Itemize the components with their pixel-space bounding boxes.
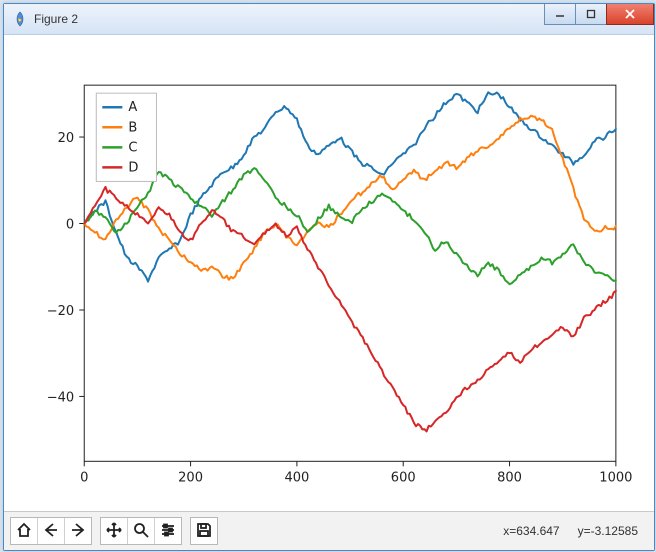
app-tk-icon <box>12 11 28 27</box>
legend-label: A <box>128 100 137 115</box>
close-button[interactable] <box>606 4 654 25</box>
back-button[interactable] <box>38 518 65 544</box>
figure-area[interactable]: 0 200 400 600 800 1000 −40 −20 0 20 ABCD <box>4 35 654 511</box>
legend-label: C <box>128 140 137 155</box>
status-y: y=-3.12585 <box>578 524 638 538</box>
window-controls <box>545 4 654 24</box>
move-icon <box>105 521 123 542</box>
configure-button[interactable] <box>155 518 181 544</box>
x-tick-label: 800 <box>497 470 522 485</box>
minimize-icon <box>555 9 565 19</box>
nav-group <box>10 517 92 545</box>
maximize-icon <box>586 9 596 19</box>
window-title: Figure 2 <box>34 12 78 26</box>
x-tick-label: 600 <box>391 470 416 485</box>
toolbar: x=634.647 y=-3.12585 <box>4 511 654 550</box>
status-bar: x=634.647 y=-3.12585 <box>503 524 648 538</box>
maximize-button[interactable] <box>575 4 607 25</box>
x-tick-label: 0 <box>80 470 88 485</box>
y-tick-label: −20 <box>47 304 74 319</box>
status-x: x=634.647 <box>503 524 559 538</box>
view-group <box>100 517 182 545</box>
save-button[interactable] <box>191 518 217 544</box>
zoom-button[interactable] <box>128 518 155 544</box>
chart-canvas: 0 200 400 600 800 1000 −40 −20 0 20 ABCD <box>4 35 654 514</box>
legend-label: D <box>128 160 138 175</box>
x-tick-label: 1000 <box>599 470 632 485</box>
zoom-icon <box>132 521 150 542</box>
y-tick-label: −40 <box>47 390 74 405</box>
app-window: Figure 2 0200 <box>3 3 655 551</box>
sliders-icon <box>159 521 177 542</box>
y-tick-label: 0 <box>66 218 74 233</box>
minimize-button[interactable] <box>544 4 576 25</box>
pan-button[interactable] <box>101 518 128 544</box>
y-tick-label: 20 <box>58 131 75 146</box>
x-tick-label: 200 <box>178 470 203 485</box>
home-icon <box>15 521 33 542</box>
home-button[interactable] <box>11 518 38 544</box>
x-tick-label: 400 <box>284 470 309 485</box>
arrow-right-icon <box>69 521 87 542</box>
io-group <box>190 517 218 545</box>
legend-label: B <box>128 120 137 135</box>
save-icon <box>195 521 213 542</box>
close-icon <box>624 9 636 19</box>
axes-frame <box>84 85 616 461</box>
forward-button[interactable] <box>65 518 91 544</box>
arrow-left-icon <box>42 521 60 542</box>
titlebar[interactable]: Figure 2 <box>4 4 654 35</box>
